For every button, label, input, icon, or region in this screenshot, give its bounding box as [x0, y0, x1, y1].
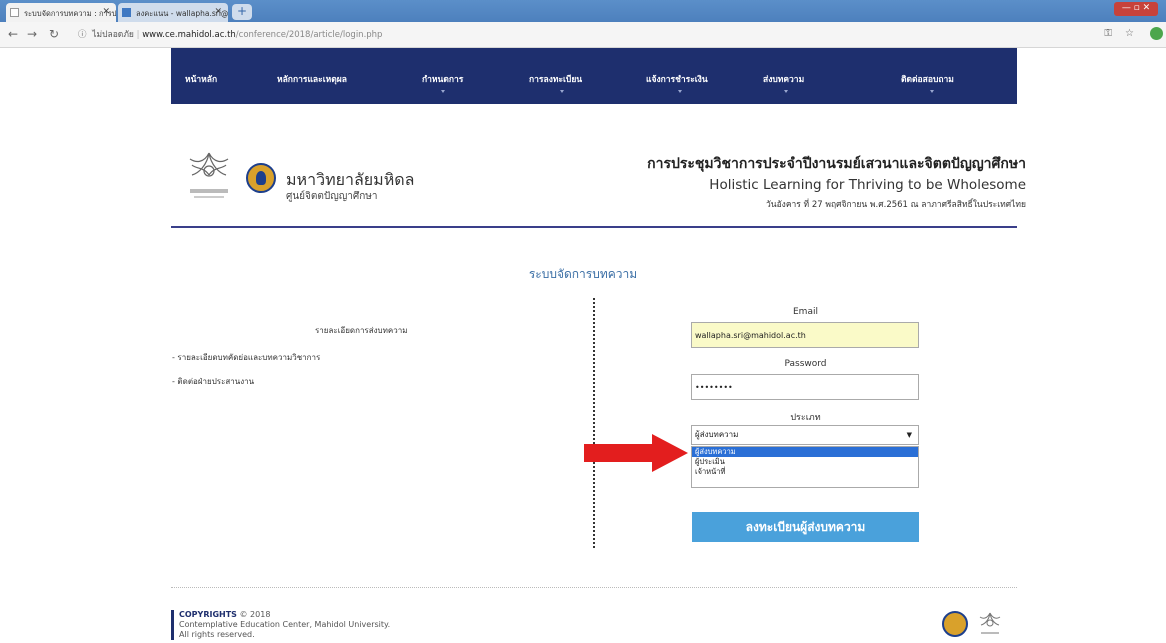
conference-title-en: Holistic Learning for Thriving to be Who…	[709, 177, 1026, 193]
mahidol-logo	[942, 611, 968, 637]
browser-tab-bar: ระบบจัดการบทความ : การประชุมวิชา ✕ ลงคะแ…	[0, 0, 1166, 22]
copyright-year: © 2018	[239, 610, 271, 619]
footer-org: Contemplative Education Center, Mahidol …	[179, 620, 391, 629]
url-host: www.ce.mahidol.ac.th	[142, 30, 236, 40]
option-reviewer[interactable]: ผู้ประเมิน	[692, 457, 918, 467]
address-bar: ← → ↻ ⓘ ไม่ปลอดภัย | www.ce.mahidol.ac.t…	[0, 22, 1166, 48]
copyright-label: COPYRIGHTS	[179, 610, 237, 619]
password-field[interactable]	[691, 374, 919, 400]
footer: COPYRIGHTS © 2018 Contemplative Educatio…	[171, 610, 390, 640]
chevron-down-icon	[678, 90, 682, 93]
register-author-button[interactable]: ลงทะเบียนผู้ส่งบทความ	[692, 512, 919, 542]
profile-avatar[interactable]	[1150, 27, 1163, 40]
link-contact-coordinator[interactable]: - ติดต่อฝ่ายประสานงาน	[172, 375, 254, 388]
chevron-down-icon: ▼	[906, 431, 912, 439]
details-heading: รายละเอียดการส่งบทความ	[315, 326, 408, 335]
link-paper-details[interactable]: - รายละเอียดบทคัดย่อและบทความวิชาการ	[172, 351, 320, 364]
close-icon[interactable]: ✕	[214, 7, 222, 17]
browser-tab[interactable]: ลงคะแนน - wallapha.sri@mahidol ✕	[118, 3, 228, 22]
url-path: /conference/2018/article/login.php	[235, 30, 383, 40]
reload-icon[interactable]: ↻	[49, 27, 59, 41]
nav-item-registration[interactable]: การลงทะเบียน	[529, 72, 582, 86]
page-icon	[10, 8, 19, 17]
nav-item-payment[interactable]: แจ้งการชำระเงิน	[646, 72, 708, 86]
password-label: Password	[784, 359, 827, 369]
email-field[interactable]	[691, 322, 919, 348]
center-name: ศูนย์จิตตปัญญาศึกษา	[286, 191, 378, 202]
footer-rights: All rights reserved.	[179, 630, 255, 639]
nav-item-home[interactable]: หน้าหลัก	[185, 72, 217, 86]
column-divider	[593, 298, 595, 548]
conference-title-th: การประชุมวิชาการประจำปีงานรมย์เสวนาและจิ…	[647, 156, 1026, 172]
nav-item-submit-paper[interactable]: ส่งบทความ	[763, 72, 804, 86]
option-staff[interactable]: เจ้าหน้าที่	[692, 467, 918, 477]
email-label: Email	[793, 307, 818, 317]
type-select[interactable]: ผู้ส่งบทความ ▼	[691, 425, 919, 445]
site-nav: หน้าหลัก หลักการและเหตุผล กำหนดการ การลง…	[171, 48, 1017, 104]
forward-icon[interactable]: →	[27, 27, 37, 41]
nav-item-rationale[interactable]: หลักการและเหตุผล	[277, 72, 347, 86]
chevron-down-icon	[560, 90, 564, 93]
chevron-down-icon	[930, 90, 934, 93]
type-label: ประเภท	[790, 413, 821, 423]
security-label: ไม่ปลอดภัย	[92, 30, 134, 40]
header-divider	[171, 226, 1017, 228]
chevron-down-icon	[441, 90, 445, 93]
nav-item-contact[interactable]: ติดต่อสอบถาม	[901, 72, 954, 86]
url-field[interactable]: ⓘ ไม่ปลอดภัย | www.ce.mahidol.ac.th/conf…	[78, 26, 1078, 44]
conference-date: วันอังคาร ที่ 27 พฤศจิกายน พ.ศ.2561 ณ ลา…	[765, 200, 1026, 210]
google-sheets-icon	[122, 8, 131, 17]
mahidol-logo	[246, 163, 276, 193]
info-icon[interactable]: ⓘ	[78, 30, 87, 40]
page-title: ระบบจัดการบทความ	[528, 267, 638, 281]
back-icon[interactable]: ←	[8, 27, 18, 41]
key-icon[interactable]: ⚿	[1104, 28, 1112, 39]
window-controls[interactable]: — ▫ ✕	[1114, 2, 1158, 16]
red-arrow-icon	[584, 434, 688, 472]
browser-tab-active[interactable]: ระบบจัดการบทความ : การประชุมวิชา ✕	[6, 3, 116, 22]
contemplative-center-logo	[979, 612, 1001, 634]
close-icon[interactable]: ✕	[102, 7, 110, 17]
nav-item-schedule[interactable]: กำหนดการ	[422, 72, 463, 86]
type-selected-value: ผู้ส่งบทความ	[695, 430, 739, 439]
new-tab-button[interactable]: +	[232, 4, 252, 20]
type-options-list: ผู้ส่งบทความ ผู้ประเมิน เจ้าหน้าที่	[691, 446, 919, 488]
option-author[interactable]: ผู้ส่งบทความ	[692, 447, 918, 457]
contemplative-center-logo	[189, 152, 229, 198]
chevron-down-icon	[784, 90, 788, 93]
star-icon[interactable]: ☆	[1125, 28, 1134, 39]
footer-divider	[171, 587, 1017, 588]
